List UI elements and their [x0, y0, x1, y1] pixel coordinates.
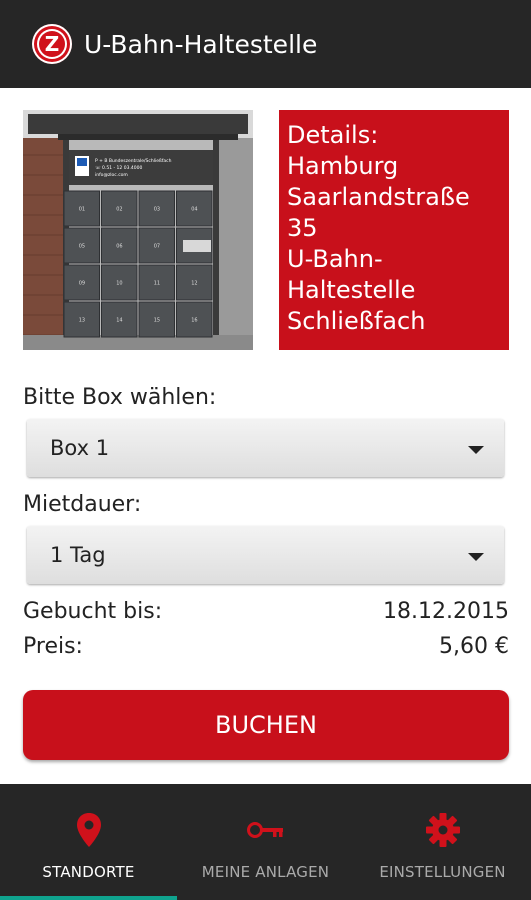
nav-label-meine-anlagen: MEINE ANLAGEN: [201, 863, 330, 881]
sign-line-3: info@zloc.com: [95, 172, 128, 178]
details-heading: Details:: [287, 121, 379, 149]
nav-label-standorte: STANDORTE: [42, 863, 135, 881]
page-title: U-Bahn-Haltestelle: [84, 29, 318, 59]
zloc-logo-icon[interactable]: Z: [32, 24, 72, 64]
locker-terminal: [183, 240, 211, 252]
duration-label: Mietdauer:: [23, 492, 142, 517]
app-bar: Z U-Bahn-Haltestelle: [0, 0, 531, 88]
details-street: Saarlandstraße: [287, 183, 470, 211]
sign-line-1: P + B Bundeszentrale/Schließfach: [95, 158, 172, 164]
locker-number: 13: [79, 318, 85, 324]
nav-item-meine-anlagen[interactable]: MEINE ANLAGEN: [177, 784, 354, 900]
box-select[interactable]: Box 1: [27, 419, 504, 477]
details-line-6: Haltestelle: [287, 276, 416, 304]
gear-icon: [425, 812, 461, 848]
price-row: Preis: 5,60 €: [23, 634, 509, 659]
duration-select-value: 1 Tag: [50, 543, 106, 567]
price-value: 5,60 €: [439, 634, 509, 659]
details-line-5: U-Bahn-: [287, 245, 383, 273]
sign-line-2: ☏ 0.51 - 12 03.4000: [95, 165, 142, 171]
locker-number: 04: [191, 207, 197, 213]
book-button[interactable]: BUCHEN: [23, 690, 509, 760]
locker-number: 15: [154, 318, 160, 324]
details-number: 35: [287, 214, 318, 242]
locker-number: 09: [79, 281, 85, 287]
locker-number: 11: [154, 281, 160, 287]
locker-number: 07: [154, 244, 160, 250]
details-panel: Details: Hamburg Saarlandstraße 35 U-Bah…: [279, 110, 509, 350]
locker-photo-svg: P + B Bundeszentrale/Schließfach ☏ 0.51 …: [23, 110, 253, 350]
nav-label-einstellungen: EINSTELLUNGEN: [379, 863, 506, 881]
dropdown-caret-icon: [468, 553, 484, 561]
locker-number: 02: [116, 207, 122, 213]
locker-number: 01: [79, 207, 85, 213]
duration-select[interactable]: 1 Tag: [27, 526, 504, 584]
locker-number: 03: [154, 207, 160, 213]
locker-number: 16: [191, 318, 197, 324]
locker-number: 14: [116, 318, 122, 324]
bottom-navigation: STANDORTE MEINE ANLAGEN EINSTELLUNGEN: [0, 784, 531, 900]
nav-item-einstellungen[interactable]: EINSTELLUNGEN: [354, 784, 531, 900]
location-pin-icon: [76, 812, 102, 848]
locker-photo: P + B Bundeszentrale/Schließfach ☏ 0.51 …: [23, 110, 253, 350]
nav-item-standorte[interactable]: STANDORTE: [0, 784, 177, 900]
details-city: Hamburg: [287, 152, 399, 180]
details-type: Schließfach: [287, 307, 426, 335]
dropdown-caret-icon: [468, 446, 484, 454]
box-select-value: Box 1: [50, 436, 110, 460]
locker-number: 06: [116, 244, 122, 250]
active-tab-indicator: [0, 896, 177, 900]
locker-number: 05: [79, 244, 85, 250]
price-label: Preis:: [23, 634, 83, 659]
locker-number: 12: [191, 281, 197, 287]
booked-until-label: Gebucht bis:: [23, 599, 163, 624]
booked-until-row: Gebucht bis: 18.12.2015: [23, 599, 509, 624]
box-label: Bitte Box wählen:: [23, 385, 217, 410]
key-icon: [246, 812, 285, 848]
locker-number: 10: [116, 281, 122, 287]
booked-until-value: 18.12.2015: [383, 599, 509, 624]
logo-letter: Z: [39, 31, 65, 57]
